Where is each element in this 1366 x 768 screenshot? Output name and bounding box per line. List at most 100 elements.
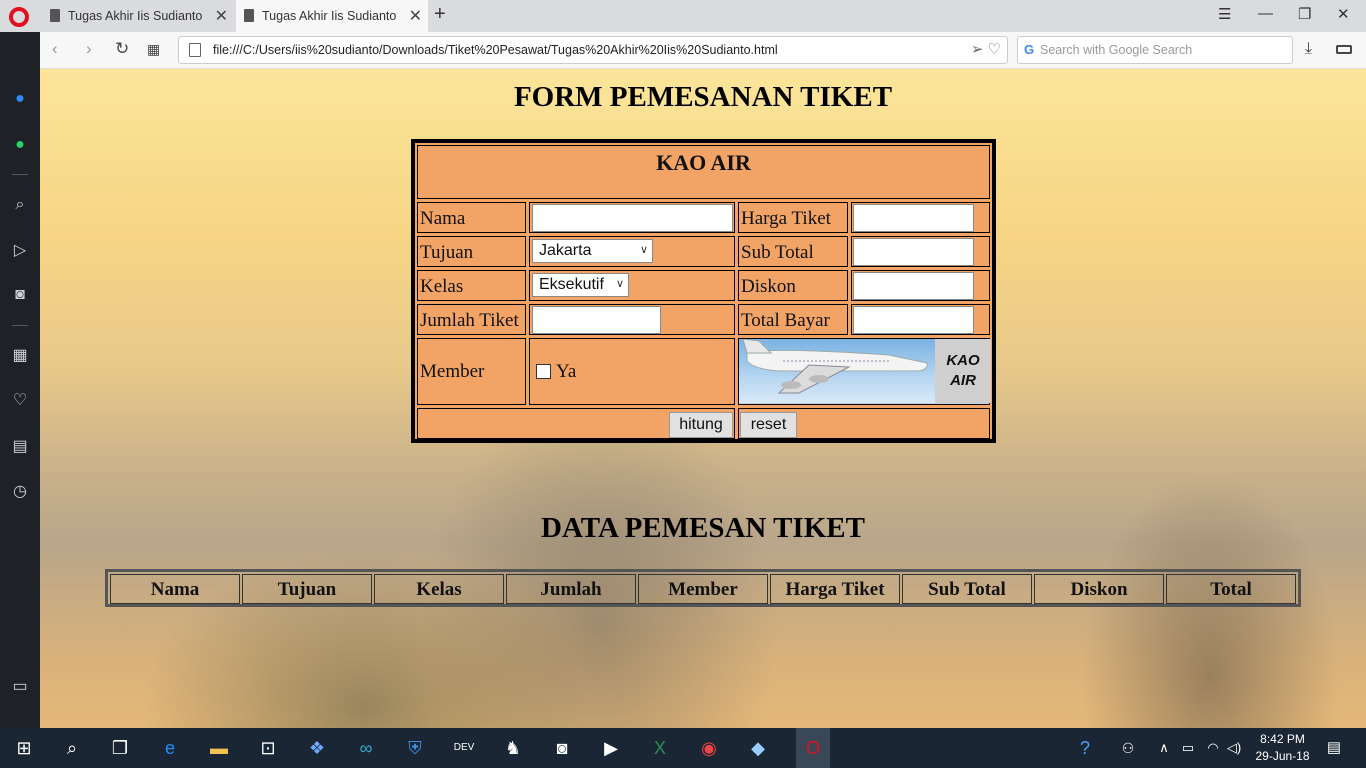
windows-start-icon[interactable]: ⊞ — [12, 736, 36, 760]
kelas-select[interactable]: Eksekutif ∨ — [532, 273, 629, 297]
total-bayar-input[interactable] — [853, 306, 974, 334]
camera-icon[interactable]: ◙ — [550, 736, 574, 760]
booking-data-table: Nama Tujuan Kelas Jumlah Member Harga Ti… — [105, 569, 1301, 607]
send-and-heart-icons[interactable]: ➢ ♡ — [971, 40, 1001, 58]
dropbox-icon[interactable]: ❖ — [305, 736, 329, 760]
speed-dial-icon[interactable]: ▦ — [147, 41, 160, 58]
search-icon[interactable]: ⌕ — [10, 195, 30, 215]
url-field[interactable]: file:///C:/Users/iis%20sudianto/Download… — [178, 36, 1008, 64]
restore-button[interactable]: ❐ — [1298, 5, 1311, 23]
tab-2-active[interactable]: Tugas Akhir Iis Sudianto ✕ — [236, 0, 428, 32]
banner-cell: KAO AIR — [738, 338, 991, 405]
page-icon — [189, 43, 201, 57]
arduino-icon[interactable]: ∞ — [354, 736, 378, 760]
help-icon[interactable]: ? — [1073, 736, 1097, 760]
store-icon[interactable]: ⊡ — [256, 736, 280, 760]
sidebar: ● ● ⌕ ▷ ◙ ▦ ♡ ▤ ◷ ▭ — [0, 32, 40, 728]
tab-1-label: Tugas Akhir Iis Sudianto — [68, 9, 203, 23]
sub-total-input[interactable] — [853, 238, 974, 266]
diskon-label: Diskon — [741, 276, 796, 297]
chevron-up-icon[interactable]: ∧ — [1152, 736, 1176, 760]
battery-icon[interactable]: ▭ — [1176, 736, 1200, 760]
column-header: Tujuan — [242, 574, 372, 604]
member-label: Member — [420, 361, 485, 382]
notes-icon[interactable]: ◆ — [746, 736, 770, 760]
input-cell: Ya — [529, 338, 735, 405]
battery-saver-icon[interactable] — [1336, 45, 1352, 54]
figure-icon[interactable]: ♞ — [501, 736, 525, 760]
column-header: Diskon — [1034, 574, 1164, 604]
tab-menu-icon[interactable]: ☰ — [1218, 5, 1231, 23]
jumlah-tiket-input[interactable] — [532, 306, 661, 334]
excel-icon[interactable]: X — [648, 736, 672, 760]
airline-header-cell: KAO AIR — [417, 145, 990, 199]
search-placeholder: Search with Google Search — [1040, 43, 1193, 57]
reset-button[interactable]: reset — [740, 412, 797, 438]
shield-icon[interactable]: ⛨ — [403, 736, 427, 760]
total-bayar-label: Total Bayar — [741, 310, 830, 331]
clock-time: 8:42 PM — [1260, 732, 1305, 746]
nama-input[interactable] — [532, 204, 733, 232]
tab-1[interactable]: Tugas Akhir Iis Sudianto ✕ — [42, 0, 234, 32]
sub-total-label: Sub Total — [741, 242, 814, 263]
close-tab-icon[interactable]: ✕ — [409, 6, 422, 26]
opera-logo-icon[interactable] — [9, 7, 29, 27]
download-icon[interactable]: ⤓ — [1305, 40, 1312, 58]
file-explorer-icon[interactable]: ▬ — [207, 736, 231, 760]
system-clock[interactable]: 8:42 PM 29-Jun-18 — [1250, 731, 1315, 765]
sidebar-separator — [12, 174, 28, 175]
media-player-icon[interactable]: ▶ — [599, 736, 623, 760]
whatsapp-icon[interactable]: ● — [10, 135, 30, 155]
reload-button[interactable]: ↻ — [115, 39, 129, 59]
label-cell: Diskon — [738, 270, 848, 301]
address-bar-row: ‹ › ↻ ▦ file:///C:/Users/iis%20sudianto/… — [0, 32, 1366, 69]
diskon-input[interactable] — [853, 272, 974, 300]
column-header: Sub Total — [902, 574, 1032, 604]
opera-taskbar-icon[interactable]: O — [796, 728, 830, 768]
send-icon[interactable]: ▷ — [10, 241, 30, 261]
close-tab-icon[interactable]: ✕ — [215, 6, 228, 26]
jumlah-tiket-label: Jumlah Tiket — [420, 310, 519, 331]
button-cell: hitung — [417, 408, 735, 439]
label-cell: Nama — [417, 202, 526, 233]
harga-tiket-label: Harga Tiket — [741, 208, 831, 229]
windows-taskbar: ⊞ ⌕ ❐ e ▬ ⊡ ❖ ∞ ⛨ DEV ♞ ◙ ▶ X ◉ ◆ O ? ⚇ … — [0, 728, 1366, 768]
volume-icon[interactable]: ◁) — [1222, 736, 1246, 760]
hitung-button[interactable]: hitung — [669, 412, 733, 438]
camera-icon[interactable]: ◙ — [10, 285, 30, 305]
minimize-button[interactable]: — — [1258, 5, 1273, 22]
new-tab-button[interactable]: + — [434, 3, 446, 26]
speed-dial-icon[interactable]: ▦ — [10, 346, 30, 366]
history-icon[interactable]: ◷ — [10, 482, 30, 502]
harga-tiket-input[interactable] — [853, 204, 974, 232]
url-text: file:///C:/Users/iis%20sudianto/Download… — [213, 43, 778, 57]
nama-label: Nama — [420, 208, 466, 229]
tujuan-label: Tujuan — [420, 242, 474, 263]
member-checkbox[interactable] — [536, 364, 551, 379]
people-icon[interactable]: ⚇ — [1116, 736, 1140, 760]
sidebar-toggle-icon[interactable]: ▭ — [10, 677, 30, 697]
heart-icon[interactable]: ♡ — [10, 391, 30, 411]
back-button[interactable]: ‹ — [52, 39, 58, 59]
news-icon[interactable]: ▤ — [10, 437, 30, 457]
document-icon — [50, 9, 60, 22]
chrome-icon[interactable]: ◉ — [697, 736, 721, 760]
logo-text-line1: KAO — [946, 352, 980, 369]
column-header: Total — [1166, 574, 1296, 604]
close-window-button[interactable]: ✕ — [1337, 5, 1350, 23]
tujuan-select[interactable]: Jakarta ∨ — [532, 239, 653, 263]
task-view-icon[interactable]: ❐ — [108, 736, 132, 760]
search-field[interactable]: G Search with Google Search — [1017, 36, 1293, 64]
chevron-down-icon: ∨ — [615, 278, 624, 290]
page-content: FORM PEMESANAN TIKET KAO AIR Nama Harga … — [40, 69, 1366, 728]
search-icon[interactable]: ⌕ — [60, 736, 84, 760]
airplane-icon — [742, 339, 928, 394]
kelas-selected: Eksekutif — [539, 276, 604, 293]
messenger-icon[interactable]: ● — [10, 89, 30, 109]
notifications-icon[interactable]: ▤ — [1322, 736, 1346, 760]
input-cell: Jakarta ∨ — [529, 236, 735, 267]
column-header: Kelas — [374, 574, 504, 604]
devcpp-icon[interactable]: DEV — [452, 736, 476, 760]
forward-button[interactable]: › — [86, 39, 92, 59]
edge-icon[interactable]: e — [158, 736, 182, 760]
